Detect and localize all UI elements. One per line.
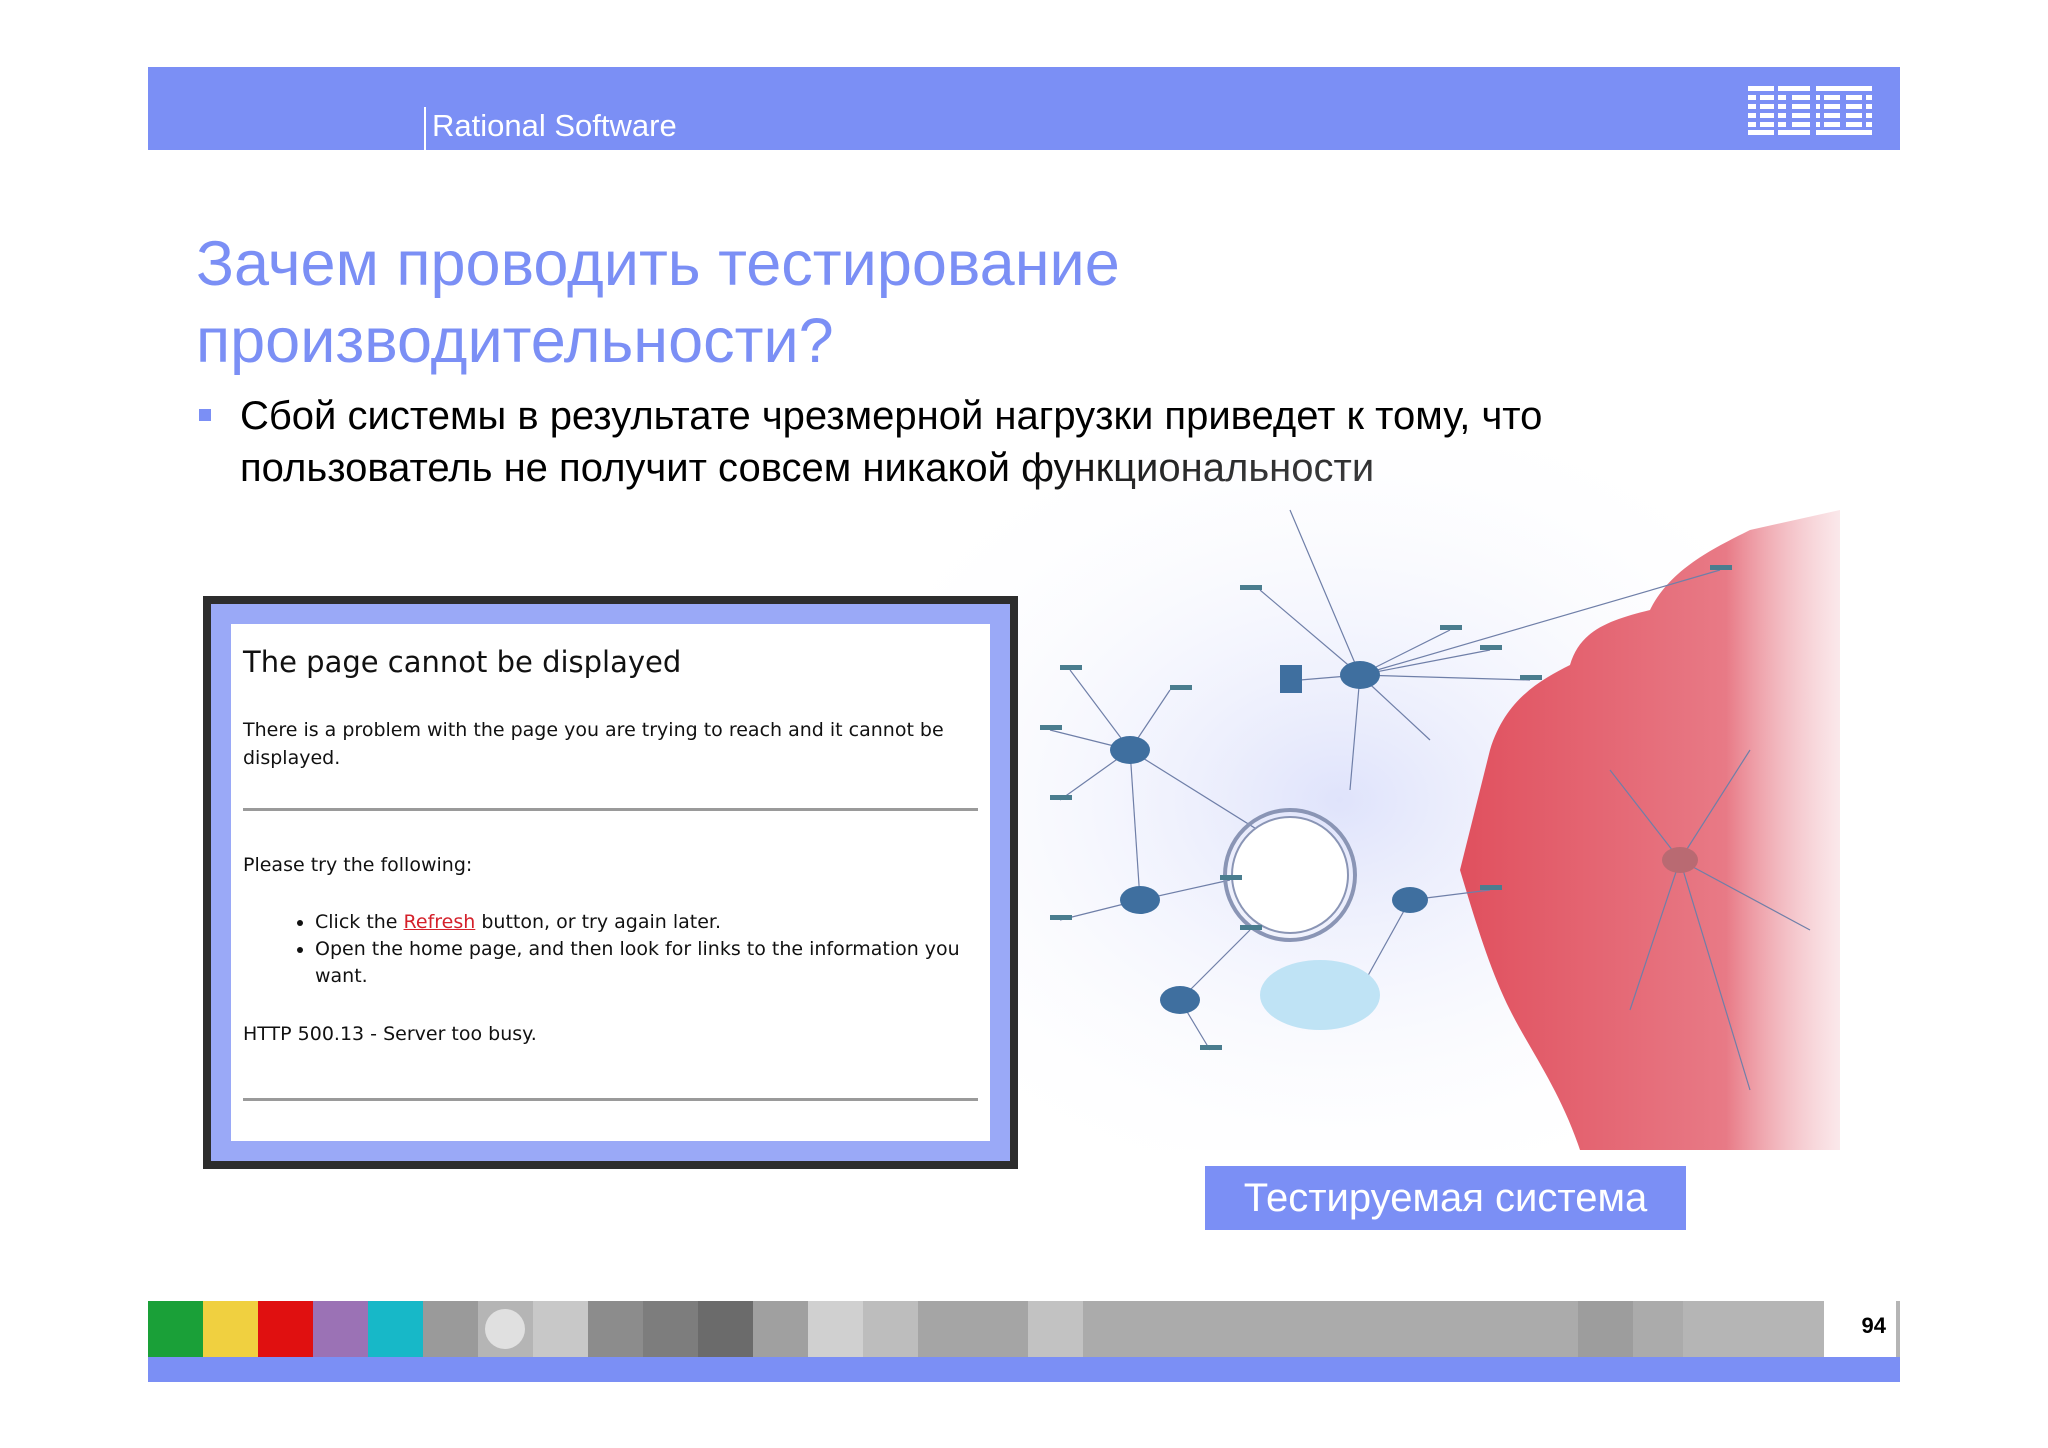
footer-strip: 94 <box>148 1301 1900 1357</box>
suggestion-refresh: Click the Refresh button, or try again l… <box>315 909 978 936</box>
slide-title: Зачем проводить тестирование производите… <box>196 229 1120 376</box>
footer-color-swatch <box>368 1301 423 1357</box>
error-divider-bottom <box>243 1098 978 1101</box>
ibm-logo <box>1748 84 1872 136</box>
error-code: HTTP 500.13 - Server too busy. <box>243 1023 537 1045</box>
brand-name: Rational Software <box>432 108 677 143</box>
footer-color-swatch <box>203 1301 258 1357</box>
footer-color-swatch <box>258 1301 313 1357</box>
footer-image-strip <box>148 1301 1683 1357</box>
page-number: 94 <box>1861 1313 1886 1338</box>
system-caption: Тестируемая система <box>1205 1166 1686 1230</box>
header-bar <box>148 67 1900 150</box>
footer: 94 <box>148 1301 1900 1382</box>
suggestion-refresh-suffix: button, or try again later. <box>475 911 721 933</box>
error-try-heading: Please try the following: <box>243 854 473 876</box>
error-page-border: The page cannot be displayed There is a … <box>211 604 1010 1161</box>
footer-color-swatch <box>313 1301 368 1357</box>
footer-color-swatch <box>148 1301 203 1357</box>
error-page-screenshot: The page cannot be displayed There is a … <box>203 596 1018 1169</box>
refresh-link[interactable]: Refresh <box>404 911 476 933</box>
error-suggestions: Click the Refresh button, or try again l… <box>243 909 978 990</box>
network-diagram <box>930 450 1840 1150</box>
footer-bar <box>148 1357 1900 1382</box>
suggestion-home: Open the home page, and then look for li… <box>315 936 978 990</box>
error-divider-top <box>243 808 978 811</box>
header-divider <box>424 107 426 150</box>
suggestion-refresh-prefix: Click the <box>315 911 404 933</box>
bullet-marker <box>199 409 211 421</box>
error-page: The page cannot be displayed There is a … <box>231 624 990 1141</box>
page-number-box: 94 <box>1824 1301 1896 1357</box>
error-title: The page cannot be displayed <box>243 645 682 679</box>
error-message: There is a problem with the page you are… <box>243 719 944 769</box>
